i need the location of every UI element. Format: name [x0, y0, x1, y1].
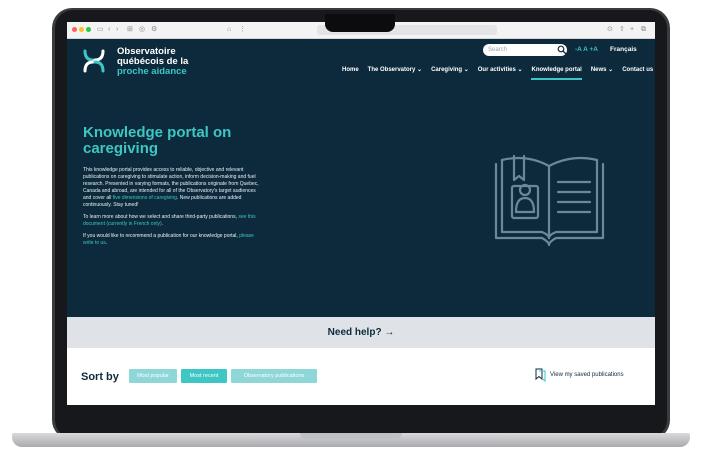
view-saved-publications-link[interactable]: View my saved publications: [550, 368, 624, 382]
intro-paragraph: This knowledge portal provides access to…: [83, 167, 265, 209]
reader-icon[interactable]: ⊙: [607, 25, 613, 35]
selection-paragraph: To learn more about how we select and sh…: [83, 214, 265, 228]
back-icon[interactable]: ‹: [108, 25, 110, 35]
nav-the-observatory[interactable]: The Observatory ⌄: [368, 65, 422, 75]
selection-text-tail: .: [161, 221, 164, 227]
nav-caregiving[interactable]: Caregiving ⌄: [431, 65, 469, 75]
shield-icon[interactable]: ⌂: [227, 25, 231, 35]
search-icon[interactable]: [557, 45, 567, 55]
sort-observatory-publications-button[interactable]: Observatory publications: [231, 369, 317, 383]
open-book-icon: [494, 154, 605, 247]
search-placeholder: Search: [488, 47, 508, 53]
logo-line-3: proche aidance: [117, 66, 187, 77]
sort-label: Sort by: [81, 371, 119, 383]
sort-most-popular-button[interactable]: Most popular: [129, 369, 177, 383]
site-logo-text[interactable]: Observatoire québécois de la proche aida…: [117, 47, 188, 77]
main-nav: Home The Observatory ⌄ Caregiving ⌄ Our …: [342, 65, 653, 80]
five-dimensions-link[interactable]: five dimensions of caregiving: [113, 195, 177, 201]
page-title: Knowledge portal on caregiving: [83, 124, 232, 157]
settings-icon[interactable]: ⚙: [151, 25, 157, 35]
bookmark-icon[interactable]: [534, 368, 548, 382]
observatory-logo-icon[interactable]: [81, 48, 107, 74]
language-switch[interactable]: Français: [610, 46, 637, 54]
nav-our-activities[interactable]: Our activities ⌄: [478, 65, 523, 75]
screen: ▭ ‹ › ⊞ ◎ ⚙ ⌂ ⋮ ⊙ ⇧ + ⧉ Observatoire qué…: [67, 22, 655, 405]
nav-news[interactable]: News ⌄: [591, 65, 613, 75]
forward-icon[interactable]: ›: [116, 25, 118, 35]
font-size-control[interactable]: -A A +A: [575, 46, 598, 54]
need-help-link[interactable]: Need help? →: [67, 327, 655, 339]
tab-overview-icon[interactable]: ⊞: [127, 25, 133, 35]
add-tab-icon[interactable]: +: [630, 25, 634, 35]
nav-knowledge-portal[interactable]: Knowledge portal: [531, 65, 583, 80]
recommend-text-tail: .: [105, 240, 108, 246]
share-icon[interactable]: ⇧: [619, 25, 625, 35]
close-window-button[interactable]: [72, 27, 77, 32]
laptop-base-notch: [300, 433, 402, 439]
recommend-text: If you would like to recommend a publica…: [83, 233, 240, 239]
sort-most-recent-button[interactable]: Most recent: [181, 369, 227, 383]
nav-home[interactable]: Home: [342, 65, 359, 75]
maximize-window-button[interactable]: [86, 27, 91, 32]
extension-icon[interactable]: ⋮: [239, 25, 246, 35]
minimize-window-button[interactable]: [79, 27, 84, 32]
camera-notch: [325, 14, 395, 32]
sidebar-icon[interactable]: ▭: [97, 25, 104, 35]
tabs-icon[interactable]: ⧉: [641, 25, 646, 35]
recommend-paragraph: If you would like to recommend a publica…: [83, 233, 265, 247]
selection-text: To learn more about how we select and sh…: [83, 214, 239, 220]
nav-contact-us[interactable]: Contact us: [622, 65, 653, 75]
privacy-icon[interactable]: ◎: [139, 25, 145, 35]
hero-description: This knowledge portal provides access to…: [83, 167, 265, 252]
